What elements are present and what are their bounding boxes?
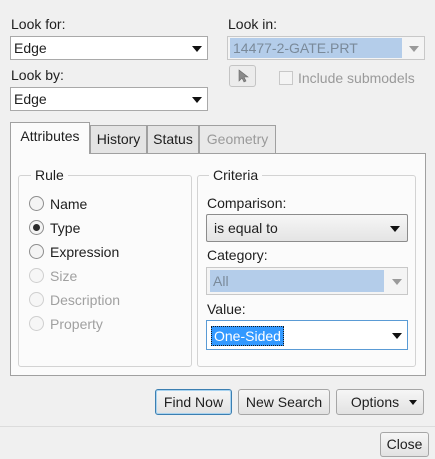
look-for-dropdown[interactable]: Edge	[10, 36, 208, 60]
include-submodels-label: Include submodels	[298, 70, 415, 86]
look-in-label: Look in:	[228, 16, 278, 32]
comparison-label: Comparison:	[207, 195, 287, 211]
tab-geometry[interactable]: Geometry	[199, 125, 276, 153]
tab-status[interactable]: Status	[147, 125, 199, 153]
tab-history[interactable]: History	[90, 125, 147, 153]
chevron-down-icon	[409, 400, 417, 405]
category-label: Category:	[207, 247, 268, 263]
rule-option-label: Type	[50, 220, 81, 236]
rule-option-label: Size	[50, 268, 78, 284]
rule-option-label: Name	[50, 196, 88, 212]
category-value: All	[210, 270, 384, 292]
chevron-down-icon	[390, 226, 400, 232]
rule-option-label: Expression	[50, 244, 120, 260]
footer-divider	[0, 426, 435, 427]
look-for-label: Look for:	[11, 16, 66, 32]
pointer-arrow-icon	[238, 69, 249, 83]
chevron-down-icon	[409, 46, 419, 52]
rule-option-label: Description	[50, 292, 121, 308]
include-submodels-checkbox[interactable]	[279, 71, 293, 85]
category-dropdown[interactable]: All	[206, 267, 408, 295]
radio-button[interactable]	[29, 268, 44, 283]
find-now-button[interactable]: Find Now	[155, 389, 232, 415]
comparison-value: is equal to	[214, 220, 278, 236]
chevron-down-icon	[192, 97, 202, 103]
radio-button[interactable]	[29, 196, 44, 211]
rule-group	[18, 175, 192, 367]
radio-button[interactable]	[29, 316, 44, 331]
look-in-value: 14477-2-GATE.PRT	[230, 38, 402, 58]
look-by-dropdown[interactable]: Edge	[10, 87, 208, 111]
look-by-value: Edge	[14, 91, 47, 107]
comparison-dropdown[interactable]: is equal to	[206, 214, 408, 242]
select-model-button[interactable]	[229, 65, 256, 87]
new-search-button[interactable]: New Search	[238, 389, 330, 415]
look-by-label: Look by:	[11, 67, 64, 83]
value-dropdown[interactable]: One-Sided	[206, 320, 408, 350]
look-in-dropdown[interactable]: 14477-2-GATE.PRT	[227, 36, 425, 60]
rule-option-label: Property	[50, 316, 103, 332]
value-selected-text: One-Sided	[211, 326, 284, 346]
attributes-panel: Rule Name Type Expression Size Descripti…	[10, 153, 426, 376]
look-for-value: Edge	[14, 40, 47, 56]
chevron-down-icon	[192, 46, 202, 52]
chevron-down-icon	[392, 279, 402, 285]
radio-button[interactable]	[29, 220, 44, 235]
radio-button[interactable]	[29, 244, 44, 259]
options-button[interactable]: Options	[336, 389, 424, 415]
rule-group-title: Rule	[31, 167, 68, 183]
criteria-group-title: Criteria	[209, 167, 263, 183]
chevron-down-icon	[392, 333, 402, 339]
close-button[interactable]: Close	[380, 432, 429, 457]
options-button-label: Options	[350, 394, 400, 410]
tab-attributes[interactable]: Attributes	[10, 122, 90, 154]
value-label: Value:	[207, 301, 246, 317]
radio-button[interactable]	[29, 292, 44, 307]
